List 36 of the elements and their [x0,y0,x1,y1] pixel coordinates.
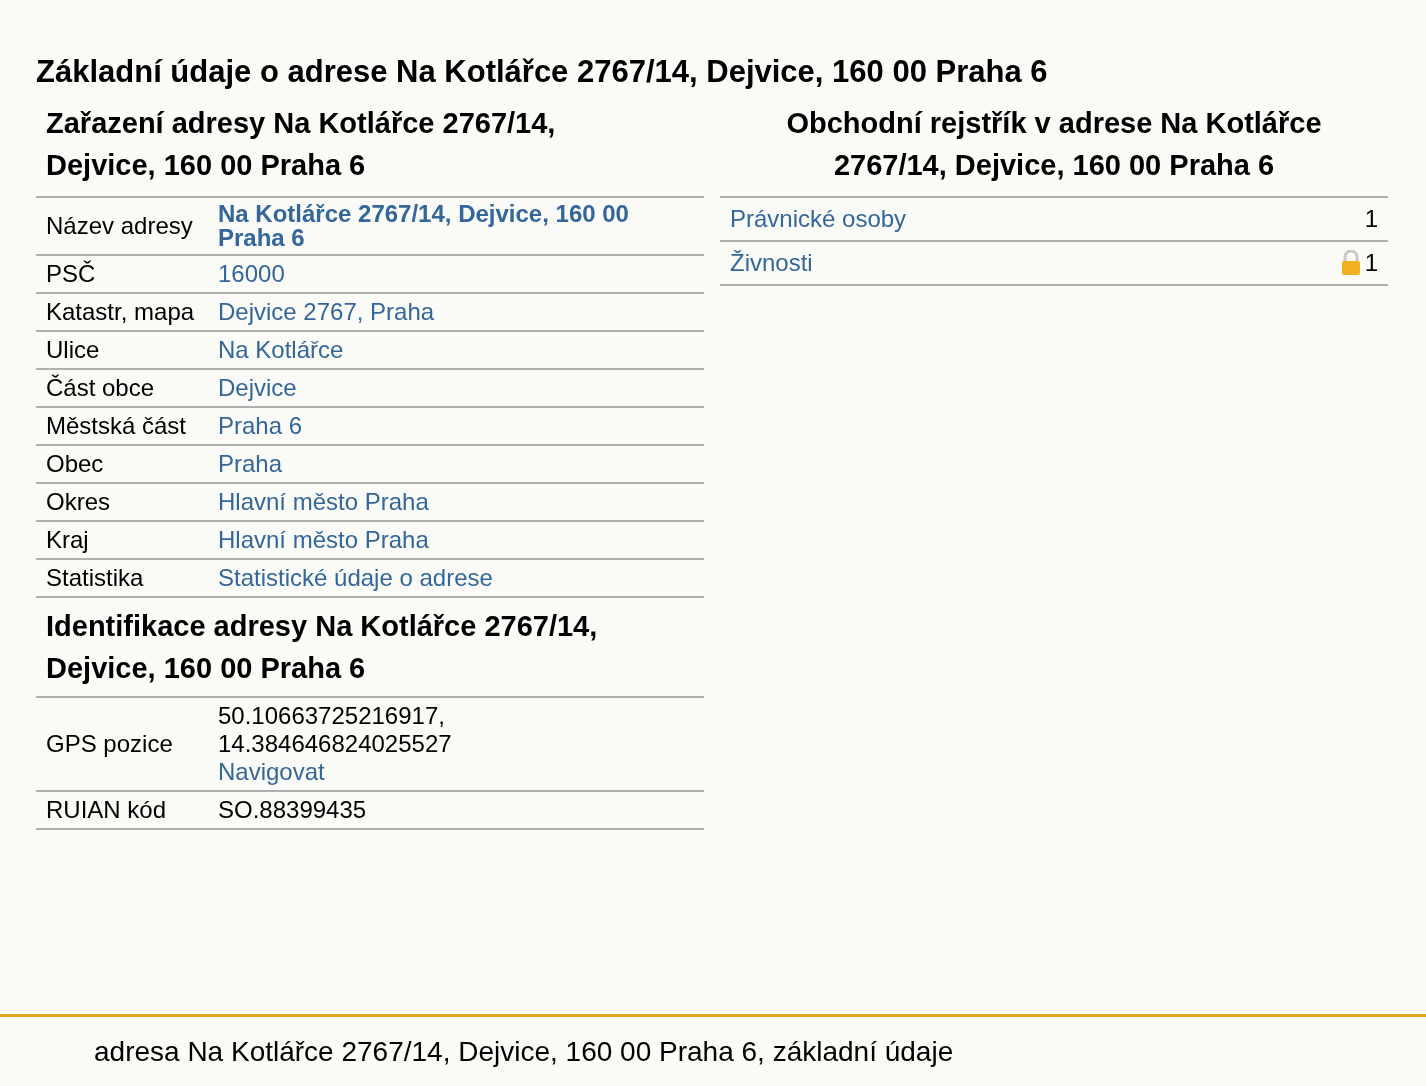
value-link[interactable]: Praha [218,450,680,478]
row-label: Statistika [36,559,218,597]
page-title: Základní údaje o adrese Na Kotlářce 2767/14, Dejvice, 160 00 Praha 6 [36,53,1049,91]
value-link[interactable]: Praha 6 [218,412,680,440]
category-link[interactable]: Živnosti [730,249,813,277]
count-text: 1 [1364,249,1378,277]
value-link[interactable]: Hlavní město Praha [218,526,680,554]
category-link[interactable]: Právnické osoby [730,205,907,233]
value-link[interactable]: 16000 [218,260,680,288]
value-text: SO.88399435 [218,796,368,824]
section-title: Identifikace adresy Na Kotlářce 2767/14, Dejvice, 160 00 Praha 6 [45,609,599,686]
value-link[interactable]: Statistické údaje o adrese [218,564,680,592]
row-label: GPS pozice [36,697,218,791]
row-label: Ulice [36,331,218,369]
value-text: 50.10663725216917, [218,702,446,730]
row-label: PSČ [36,255,218,293]
row-label: Část obce [36,369,218,407]
value-link[interactable]: Dejvice 2767, Praha [218,298,680,326]
row-label: RUIAN kód [36,791,218,829]
padlock-icon [1340,250,1361,276]
row-label: Kraj [36,521,218,559]
section-title: Zařazení adresy Na Kotlářce 2767/14, Dejvice, 160 00 Praha 6 [45,106,557,183]
address-link[interactable]: Na Kotlářce 2767/14, Dejvice, 160 00 Praha 6 [218,202,680,250]
value-link[interactable]: Hlavní město Praha [218,488,680,516]
row-label: Okres [36,483,218,521]
row-label: Obec [36,445,218,483]
row-label: Městská část [36,407,218,445]
value-text: 14.384646824025527 [218,730,453,758]
footer-text: adresa Na Kotlářce 2767/14, Dejvice, 160 00 Praha 6, základní údaje [94,1035,955,1069]
value-link[interactable]: Na Kotlářce [218,336,680,364]
row-label: Katastr, mapa [36,293,218,331]
row-label: Název adresy [36,197,218,255]
value-link[interactable]: Navigovat [218,758,680,786]
value-link[interactable]: Dejvice [218,374,680,402]
count-text: 1 [1364,205,1378,233]
section-title: Obchodní rejstřík v adrese Na Kotlářce 2767/14, Dejvice, 160 00 Praha 6 [785,106,1323,183]
